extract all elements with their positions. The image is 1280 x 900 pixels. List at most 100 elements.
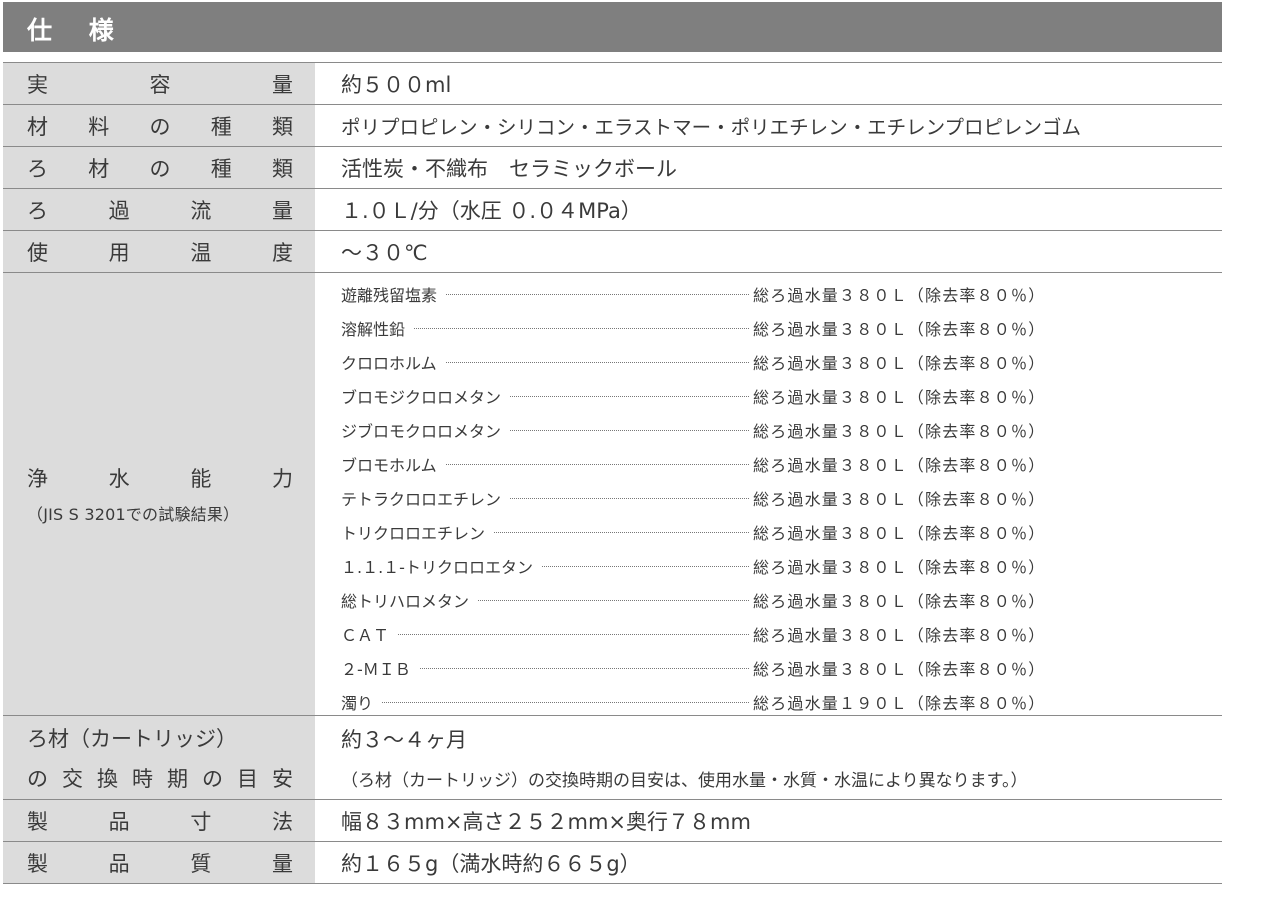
performance-item: 濁り 総ろ過水量１９０Ｌ（除去率８０％）: [341, 685, 1222, 719]
performance-item: ジブロモクロロメタン 総ろ過水量３８０Ｌ（除去率８０％）: [341, 413, 1222, 447]
performance-item-name: １.１.１-トリクロロエタン: [341, 554, 541, 578]
label-char: 製: [27, 851, 48, 876]
label-char: 品: [108, 809, 130, 834]
label-char: 量: [272, 72, 293, 97]
performance-item: 遊離残留塩素 総ろ過水量３８０Ｌ（除去率８０％）: [341, 277, 1222, 311]
label-char: 力: [271, 467, 293, 491]
performance-list: 遊離残留塩素 総ろ過水量３８０Ｌ（除去率８０％） 溶解性鉛 総ろ過水量３８０Ｌ（除去率…: [315, 273, 1222, 715]
label-char: 材: [88, 156, 110, 181]
row-label: 材 料 の 種 類: [3, 105, 315, 146]
label-char: 目: [237, 766, 258, 791]
label-char: 寸: [190, 809, 212, 834]
label-char: 用: [108, 240, 130, 265]
performance-item-name: 溶解性鉛: [341, 316, 414, 340]
performance-item-result: 総ろ過水量３８０Ｌ（除去率８０％）: [753, 626, 1046, 645]
cartridge-value: 約３～４ヶ月: [341, 728, 467, 752]
label-char: 実: [27, 72, 48, 97]
label-char: 量: [271, 198, 293, 223]
label-char: 使: [27, 240, 48, 265]
performance-item: 総トリハロメタン 総ろ過水量３８０Ｌ（除去率８０％）: [341, 583, 1222, 617]
performance-item-name: 総トリハロメタン: [341, 588, 478, 612]
label-char: の: [149, 114, 171, 139]
row-label: 浄 水 能 力 （JIS S 3201での試験結果）: [3, 273, 315, 715]
label-char: 換: [97, 766, 118, 791]
performance-item-name: ＣＡＴ: [341, 622, 398, 646]
performance-item-name: ジブロモクロロメタン: [341, 418, 510, 442]
label-char: 時: [132, 766, 153, 791]
row-value: 活性炭・不織布 セラミックボール: [341, 156, 677, 181]
label-char: 安: [272, 766, 293, 791]
performance-item-result: 総ろ過水量３８０Ｌ（除去率８０％）: [753, 558, 1046, 577]
row-label: ろ 材 の 種 類: [3, 147, 315, 188]
label-char: 度: [271, 240, 293, 265]
row-label: 製 品 質 量: [3, 842, 315, 883]
performance-item-result: 総ろ過水量３８０Ｌ（除去率８０％）: [753, 422, 1046, 441]
performance-item: トリクロロエチレン 総ろ過水量３８０Ｌ（除去率８０％）: [341, 515, 1222, 549]
performance-item: クロロホルム 総ろ過水量３８０Ｌ（除去率８０％）: [341, 345, 1222, 379]
performance-item-result: 総ろ過水量３８０Ｌ（除去率８０％）: [753, 524, 1046, 543]
performance-item-result: 総ろ過水量１９０Ｌ（除去率８０％）: [753, 694, 1046, 713]
label-char: 品: [108, 851, 130, 876]
label-char: 浄: [27, 467, 48, 491]
row-weight: 製 品 質 量 約１６５g（満水時約６６５g）: [3, 842, 1222, 884]
performance-item-name: トリクロロエチレン: [341, 520, 494, 544]
row-label: 実 容 量: [3, 63, 315, 104]
label-char: 料: [88, 114, 110, 139]
label-char: 量: [271, 851, 293, 876]
performance-item-name: ２-ＭＩＢ: [341, 656, 419, 680]
row-value: ポリプロピレン・シリコン・エラストマー・ポリエチレン・エチレンプロピレンゴム: [341, 116, 1082, 139]
spec-title: 仕 様: [27, 16, 128, 45]
label-char: 流: [190, 198, 212, 223]
performance-item-result: 総ろ過水量３８０Ｌ（除去率８０％）: [753, 592, 1046, 611]
label-char: 水: [108, 467, 130, 491]
performance-item-result: 総ろ過水量３８０Ｌ（除去率８０％）: [753, 490, 1046, 509]
spec-table: 実 容 量 約５００ml 材 料 の 種 類 ポリプロピレン・シリコン・エラスト…: [3, 62, 1222, 884]
row-value: 約３～４ヶ月 （ろ材（カートリッジ）の交換時期の目安は、使用水量・水質・水温によ…: [315, 716, 1222, 799]
label-char: 種: [210, 114, 232, 139]
row-flow-rate: ろ 過 流 量 １.０Ｌ/分（水圧 ０.０４MPa）: [3, 189, 1222, 231]
label-char: の: [202, 766, 223, 791]
performance-item: １.１.１-トリクロロエタン 総ろ過水量３８０Ｌ（除去率８０％）: [341, 549, 1222, 583]
performance-item-name: クロロホルム: [341, 350, 445, 374]
label-char: 材: [27, 114, 48, 139]
label-char: の: [27, 766, 48, 791]
label-char: の: [149, 156, 171, 181]
row-label: ろ 過 流 量: [3, 189, 315, 230]
label-char: 類: [272, 114, 293, 139]
performance-item: 溶解性鉛 総ろ過水量３８０Ｌ（除去率８０％）: [341, 311, 1222, 345]
performance-item-result: 総ろ過水量３８０Ｌ（除去率８０％）: [753, 320, 1046, 339]
cartridge-label-line1: ろ材（カートリッジ）: [27, 726, 237, 751]
row-label: 製 品 寸 法: [3, 800, 315, 841]
row-filtration-performance: 浄 水 能 力 （JIS S 3201での試験結果） 遊離残留塩素 総ろ過水量３８…: [3, 273, 1222, 716]
performance-item: ブロモホルム 総ろ過水量３８０Ｌ（除去率８０％）: [341, 447, 1222, 481]
dotted-leader: [341, 634, 749, 635]
performance-item-result: 総ろ過水量３８０Ｌ（除去率８０％）: [753, 388, 1046, 407]
performance-item-name: テトラクロロエチレン: [341, 486, 510, 510]
label-char: 質: [190, 851, 212, 876]
performance-item: ブロモジクロロメタン 総ろ過水量３８０Ｌ（除去率８０％）: [341, 379, 1222, 413]
performance-sublabel: （JIS S 3201での試験結果）: [27, 505, 240, 524]
label-char: ろ: [27, 198, 48, 223]
label-char: ろ: [27, 156, 48, 181]
label-char: 種: [210, 156, 232, 181]
row-materials: 材 料 の 種 類 ポリプロピレン・シリコン・エラストマー・ポリエチレン・エチレ…: [3, 105, 1222, 147]
label-char: 法: [271, 809, 293, 834]
row-dimensions: 製 品 寸 法 幅８３mm×高さ２５２mm×奥行７８mm: [3, 800, 1222, 842]
row-label: 使 用 温 度: [3, 231, 315, 272]
row-capacity: 実 容 量 約５００ml: [3, 63, 1222, 105]
row-cartridge-replacement: ろ材（カートリッジ） の 交 換 時 期 の 目 安 約３～４ヶ月 （ろ材（カー…: [3, 716, 1222, 800]
performance-item-result: 総ろ過水量３８０Ｌ（除去率８０％）: [753, 286, 1046, 305]
row-label: ろ材（カートリッジ） の 交 換 時 期 の 目 安: [3, 716, 315, 799]
row-value: １.０Ｌ/分（水圧 ０.０４MPa）: [341, 198, 642, 223]
cartridge-note: （ろ材（カートリッジ）の交換時期の目安は、使用水量・水質・水温により異なります。…: [341, 771, 1028, 791]
label-char: 期: [167, 766, 188, 791]
row-value: ～３０℃: [341, 240, 428, 265]
row-temperature: 使 用 温 度 ～３０℃: [3, 231, 1222, 273]
row-value: 約１６５g（満水時約６６５g）: [341, 851, 641, 876]
performance-item: ＣＡＴ 総ろ過水量３８０Ｌ（除去率８０％）: [341, 617, 1222, 651]
label-char: 過: [108, 198, 130, 223]
label-char: 製: [27, 809, 48, 834]
label-char: 能: [190, 467, 212, 491]
performance-item-result: 総ろ過水量３８０Ｌ（除去率８０％）: [753, 354, 1046, 373]
row-value: 約５００ml: [341, 72, 452, 97]
